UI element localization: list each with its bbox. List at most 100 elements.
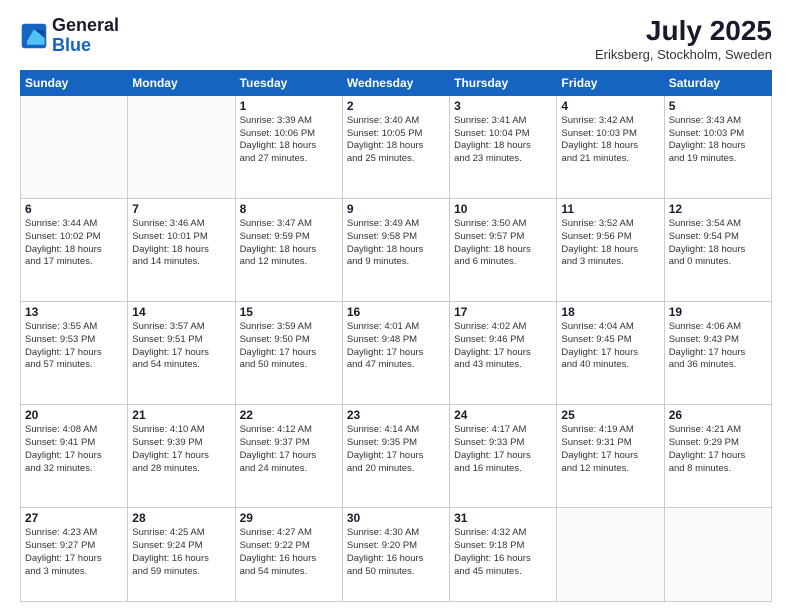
calendar-cell (557, 508, 664, 602)
day-number: 2 (347, 99, 445, 113)
calendar-cell (664, 508, 771, 602)
cell-daylight-info: Sunrise: 4:10 AMSunset: 9:39 PMDaylight:… (132, 424, 230, 475)
logo: General Blue (20, 16, 119, 56)
calendar-cell: 11 Sunrise: 3:52 AMSunset: 9:56 PMDayligh… (557, 198, 664, 301)
calendar-cell (21, 95, 128, 198)
calendar-cell: 27 Sunrise: 4:23 AMSunset: 9:27 PMDayligh… (21, 508, 128, 602)
calendar-cell: 4Sunrise: 3:42 AMSunset: 10:03 PMDayligh… (557, 95, 664, 198)
cell-daylight-info: Sunrise: 4:25 AMSunset: 9:24 PMDaylight:… (132, 527, 230, 578)
cell-daylight-info: Sunrise: 4:27 AMSunset: 9:22 PMDaylight:… (240, 527, 338, 578)
cell-daylight-info: Sunrise: 4:02 AMSunset: 9:46 PMDaylight:… (454, 321, 552, 372)
day-number: 7 (132, 202, 230, 216)
cell-daylight-info: Sunrise: 3:39 AMSunset: 10:06 PMDaylight… (240, 115, 338, 166)
calendar-week-row: 13Sunrise: 3:55 AMSunset: 9:53 PMDayligh… (21, 302, 772, 405)
cell-daylight-info: Sunrise: 4:01 AMSunset: 9:48 PMDaylight:… (347, 321, 445, 372)
cell-daylight-info: Sunrise: 3:41 AMSunset: 10:04 PMDaylight… (454, 115, 552, 166)
calendar-cell: 18Sunrise: 4:04 AMSunset: 9:45 PMDayligh… (557, 302, 664, 405)
calendar-cell: 13Sunrise: 3:55 AMSunset: 9:53 PMDayligh… (21, 302, 128, 405)
calendar-cell: 26 Sunrise: 4:21 AMSunset: 9:29 PMDayligh… (664, 405, 771, 508)
calendar-cell: 12 Sunrise: 3:54 AMSunset: 9:54 PMDayligh… (664, 198, 771, 301)
calendar-cell: 30Sunrise: 4:30 AMSunset: 9:20 PMDayligh… (342, 508, 449, 602)
day-number: 20 (25, 408, 123, 422)
day-number: 15 (240, 305, 338, 319)
day-number: 19 (669, 305, 767, 319)
calendar-cell: 15 Sunrise: 3:59 AMSunset: 9:50 PMDayligh… (235, 302, 342, 405)
calendar-cell: 19 Sunrise: 4:06 AMSunset: 9:43 PMDayligh… (664, 302, 771, 405)
day-number: 17 (454, 305, 552, 319)
cell-daylight-info: Sunrise: 3:43 AMSunset: 10:03 PMDaylight… (669, 115, 767, 166)
cell-daylight-info: Sunrise: 3:52 AMSunset: 9:56 PMDaylight:… (561, 218, 659, 269)
cell-daylight-info: Sunrise: 4:32 AMSunset: 9:18 PMDaylight:… (454, 527, 552, 578)
day-number: 31 (454, 511, 552, 525)
day-number: 5 (669, 99, 767, 113)
cell-daylight-info: Sunrise: 3:50 AMSunset: 9:57 PMDaylight:… (454, 218, 552, 269)
calendar-cell: 6Sunrise: 3:44 AMSunset: 10:02 PMDayligh… (21, 198, 128, 301)
page: General Blue July 2025 Eriksberg, Stockh… (0, 0, 792, 612)
day-number: 21 (132, 408, 230, 422)
calendar-body: 1 Sunrise: 3:39 AMSunset: 10:06 PMDayligh… (21, 95, 772, 601)
calendar-header-cell: Saturday (664, 70, 771, 95)
day-number: 12 (669, 202, 767, 216)
calendar-header-cell: Tuesday (235, 70, 342, 95)
calendar-cell: 23 Sunrise: 4:14 AMSunset: 9:35 PMDayligh… (342, 405, 449, 508)
calendar-header-cell: Friday (557, 70, 664, 95)
calendar-cell: 14Sunrise: 3:57 AMSunset: 9:51 PMDayligh… (128, 302, 235, 405)
header: General Blue July 2025 Eriksberg, Stockh… (20, 16, 772, 62)
day-number: 24 (454, 408, 552, 422)
calendar-cell: 5 Sunrise: 3:43 AMSunset: 10:03 PMDayligh… (664, 95, 771, 198)
day-number: 18 (561, 305, 659, 319)
logo-icon (20, 22, 48, 50)
cell-daylight-info: Sunrise: 4:21 AMSunset: 9:29 PMDaylight:… (669, 424, 767, 475)
day-number: 16 (347, 305, 445, 319)
day-number: 11 (561, 202, 659, 216)
calendar-cell (128, 95, 235, 198)
day-number: 28 (132, 511, 230, 525)
calendar-cell: 17 Sunrise: 4:02 AMSunset: 9:46 PMDayligh… (450, 302, 557, 405)
calendar-cell: 16 Sunrise: 4:01 AMSunset: 9:48 PMDayligh… (342, 302, 449, 405)
day-number: 4 (561, 99, 659, 113)
calendar-cell: 20 Sunrise: 4:08 AMSunset: 9:41 PMDayligh… (21, 405, 128, 508)
day-number: 9 (347, 202, 445, 216)
calendar-cell: 8Sunrise: 3:47 AMSunset: 9:59 PMDaylight… (235, 198, 342, 301)
cell-daylight-info: Sunrise: 4:23 AMSunset: 9:27 PMDaylight:… (25, 527, 123, 578)
calendar-cell: 2 Sunrise: 3:40 AMSunset: 10:05 PMDayligh… (342, 95, 449, 198)
calendar-cell: 21 Sunrise: 4:10 AMSunset: 9:39 PMDayligh… (128, 405, 235, 508)
cell-daylight-info: Sunrise: 4:19 AMSunset: 9:31 PMDaylight:… (561, 424, 659, 475)
calendar-cell: 31 Sunrise: 4:32 AMSunset: 9:18 PMDayligh… (450, 508, 557, 602)
logo-text: General Blue (52, 16, 119, 56)
day-number: 22 (240, 408, 338, 422)
day-number: 23 (347, 408, 445, 422)
title-block: July 2025 Eriksberg, Stockholm, Sweden (595, 16, 772, 62)
calendar-week-row: 20 Sunrise: 4:08 AMSunset: 9:41 PMDayligh… (21, 405, 772, 508)
cell-daylight-info: Sunrise: 3:46 AMSunset: 10:01 PMDaylight… (132, 218, 230, 269)
day-number: 14 (132, 305, 230, 319)
cell-daylight-info: Sunrise: 3:59 AMSunset: 9:50 PMDaylight:… (240, 321, 338, 372)
calendar-week-row: 1 Sunrise: 3:39 AMSunset: 10:06 PMDayligh… (21, 95, 772, 198)
calendar-cell: 1 Sunrise: 3:39 AMSunset: 10:06 PMDayligh… (235, 95, 342, 198)
cell-daylight-info: Sunrise: 3:40 AMSunset: 10:05 PMDaylight… (347, 115, 445, 166)
cell-daylight-info: Sunrise: 4:08 AMSunset: 9:41 PMDaylight:… (25, 424, 123, 475)
cell-daylight-info: Sunrise: 4:14 AMSunset: 9:35 PMDaylight:… (347, 424, 445, 475)
calendar-table: SundayMondayTuesdayWednesdayThursdayFrid… (20, 70, 772, 602)
calendar-cell: 10 Sunrise: 3:50 AMSunset: 9:57 PMDayligh… (450, 198, 557, 301)
calendar-cell: 29 Sunrise: 4:27 AMSunset: 9:22 PMDayligh… (235, 508, 342, 602)
calendar-header-cell: Monday (128, 70, 235, 95)
day-number: 3 (454, 99, 552, 113)
cell-daylight-info: Sunrise: 3:55 AMSunset: 9:53 PMDaylight:… (25, 321, 123, 372)
cell-daylight-info: Sunrise: 4:06 AMSunset: 9:43 PMDaylight:… (669, 321, 767, 372)
cell-daylight-info: Sunrise: 4:12 AMSunset: 9:37 PMDaylight:… (240, 424, 338, 475)
month-year: July 2025 (595, 16, 772, 47)
calendar-cell: 7 Sunrise: 3:46 AMSunset: 10:01 PMDayligh… (128, 198, 235, 301)
day-number: 29 (240, 511, 338, 525)
day-number: 26 (669, 408, 767, 422)
calendar-header-row: SundayMondayTuesdayWednesdayThursdayFrid… (21, 70, 772, 95)
cell-daylight-info: Sunrise: 3:47 AMSunset: 9:59 PMDaylight:… (240, 218, 338, 269)
day-number: 10 (454, 202, 552, 216)
day-number: 1 (240, 99, 338, 113)
cell-daylight-info: Sunrise: 3:54 AMSunset: 9:54 PMDaylight:… (669, 218, 767, 269)
location: Eriksberg, Stockholm, Sweden (595, 47, 772, 62)
calendar-cell: 22 Sunrise: 4:12 AMSunset: 9:37 PMDayligh… (235, 405, 342, 508)
day-number: 27 (25, 511, 123, 525)
calendar-week-row: 27 Sunrise: 4:23 AMSunset: 9:27 PMDayligh… (21, 508, 772, 602)
calendar-cell: 28 Sunrise: 4:25 AMSunset: 9:24 PMDayligh… (128, 508, 235, 602)
